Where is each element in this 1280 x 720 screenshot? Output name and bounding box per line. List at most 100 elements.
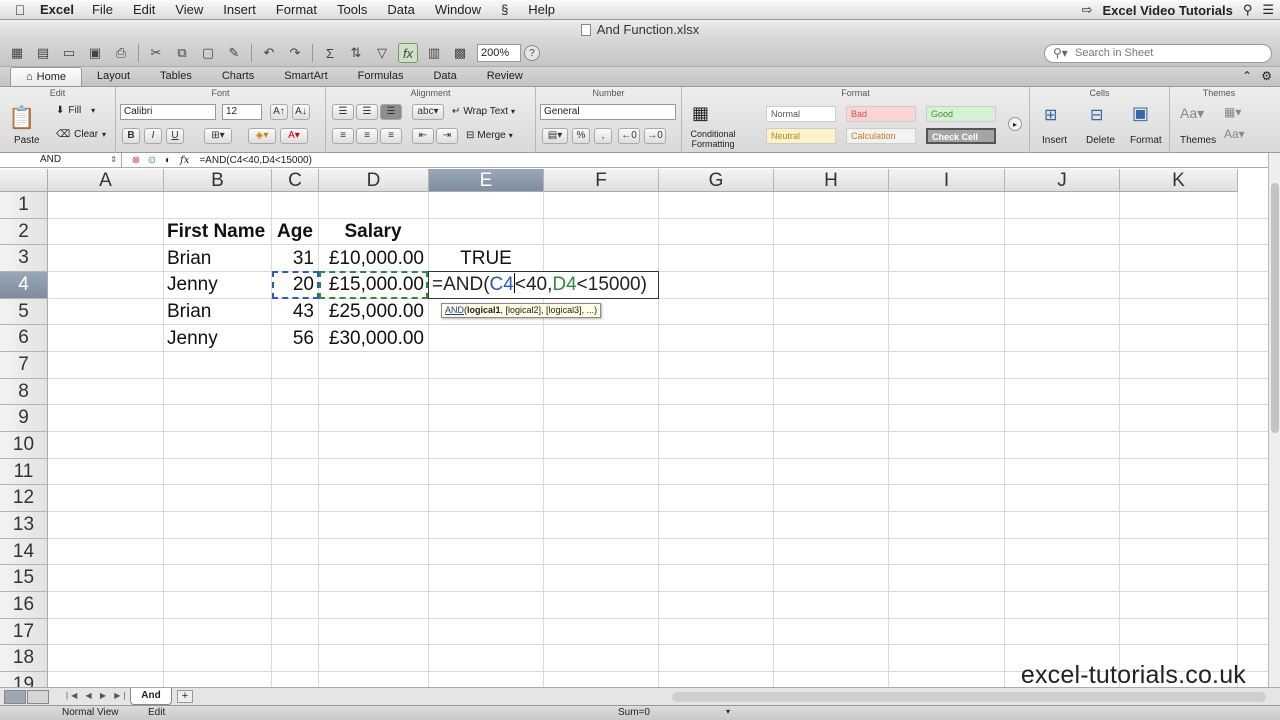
column-header-c[interactable]: C [272,169,319,192]
column-header-h[interactable]: H [774,169,889,192]
percent-icon[interactable]: % [572,128,590,144]
italic-icon[interactable]: I [144,128,162,144]
cell-e4-editor[interactable]: =AND(C4<40,D4<15000) [428,271,659,299]
align-top-icon[interactable]: ☰ [332,104,354,120]
status-sum[interactable]: Sum=0 [618,707,650,718]
style-check-cell[interactable]: Check Cell [926,128,996,144]
conditional-formatting-icon[interactable]: ▦ [692,103,709,124]
app-menu-excel[interactable]: Excel [40,2,74,17]
cancel-formula-icon[interactable]: ⊗ [128,155,144,166]
format-painter-icon[interactable]: ✎ [224,43,244,63]
undo-icon[interactable]: ↶ [259,43,279,63]
save-icon[interactable]: ▣ [85,43,105,63]
clear-button[interactable]: ⌫ Clear ▾ [56,129,106,140]
theme-colors-icon[interactable]: ▦▾ [1224,105,1241,119]
align-bottom-icon[interactable]: ☰ [380,104,402,120]
toolbox-icon[interactable]: ▩ [450,43,470,63]
menu-tools[interactable]: Tools [337,2,367,17]
cell-d3[interactable]: £10,000.00 [319,246,428,272]
tab-tables[interactable]: Tables [145,67,207,86]
column-header-k[interactable]: K [1120,169,1238,192]
tab-formulas[interactable]: Formulas [343,67,419,86]
wrap-text-button[interactable]: ↵ Wrap Text ▾ [452,106,515,117]
menu-help[interactable]: Help [528,2,555,17]
menu-view[interactable]: View [175,2,203,17]
delete-cells-icon[interactable]: ⊟ [1090,105,1103,125]
formula-input[interactable]: =AND(C4<40,D4<15000) [195,155,312,166]
delete-button[interactable]: Delete [1086,135,1115,146]
row-header-13[interactable]: 13 [0,512,48,539]
sheet-nav-arrows-icon[interactable]: |◀ ◀ ▶ ▶| [66,691,128,700]
menu-data[interactable]: Data [387,2,414,17]
format-cells-icon[interactable]: ▣ [1132,103,1149,124]
name-box-stepper-icon[interactable]: ⇕ [110,153,117,167]
themes-button[interactable]: Themes [1180,135,1216,146]
comma-style-icon[interactable]: , [594,128,612,144]
row-header-19[interactable]: 19 [0,672,48,687]
zoom-field[interactable]: 200% [477,44,521,62]
column-header-d[interactable]: D [319,169,429,192]
tab-home[interactable]: ⌂ Home [10,67,82,86]
theme-fonts-icon[interactable]: Aa▾ [1224,127,1245,141]
style-calculation[interactable]: Calculation [846,128,916,144]
cell-c6[interactable]: 56 [272,326,318,352]
cut-icon[interactable]: ✂ [146,43,166,63]
style-good[interactable]: Good [926,106,996,122]
align-middle-icon[interactable]: ☰ [356,104,378,120]
bold-icon[interactable]: B [122,128,140,144]
currency-icon[interactable]: ▤▾ [542,128,568,144]
insert-cells-icon[interactable]: ⊞ [1044,105,1057,125]
cell-b5[interactable]: Brian [164,299,271,325]
row-header-17[interactable]: 17 [0,618,48,646]
column-header-f[interactable]: F [544,169,659,192]
style-normal[interactable]: Normal [766,106,836,122]
notification-list-icon[interactable]: ☰ [1262,2,1274,18]
themes-icon[interactable]: Aa▾ [1180,105,1204,122]
copy-icon[interactable]: ⧉ [172,43,192,63]
fx-icon[interactable]: fx [180,155,189,166]
underline-icon[interactable]: U [166,128,184,144]
grow-font-icon[interactable]: A↑ [270,104,288,120]
column-header-g[interactable]: G [659,169,774,192]
column-header-a[interactable]: A [48,169,164,192]
print-icon[interactable]: ⎙ [111,43,131,63]
menu-edit[interactable]: Edit [133,2,155,17]
tab-layout[interactable]: Layout [82,67,145,86]
cell-b6[interactable]: Jenny [164,326,271,352]
decrease-decimal-icon[interactable]: →0 [644,128,666,144]
gallery-icon[interactable]: ▥ [424,43,444,63]
cell-b2[interactable]: First Name [164,219,271,245]
search-input[interactable]: ⚲▾ Search in Sheet [1044,44,1272,63]
cell-d6[interactable]: £30,000.00 [319,326,428,352]
cell-d2[interactable]: Salary [319,219,427,245]
cell-d5[interactable]: £25,000.00 [319,299,428,325]
row-header-11[interactable]: 11 [0,458,48,486]
airplay-icon[interactable]: ⇨ [1082,2,1093,18]
function-icon[interactable]: fx [398,43,418,63]
horizontal-scrollbar[interactable] [672,692,1266,702]
fill-button[interactable]: ⬇ Fill ▾ [56,105,95,116]
style-bad[interactable]: Bad [846,106,916,122]
filter-icon[interactable]: ▽ [372,43,392,63]
sort-icon[interactable]: ⇅ [346,43,366,63]
borders-icon[interactable]: ⊞▾ [204,128,232,144]
name-box[interactable]: AND ⇕ [0,153,122,167]
menu-window[interactable]: Window [435,2,481,17]
row-header-4[interactable]: 4 [0,272,48,299]
number-format-select[interactable]: General [540,104,676,120]
column-header-j[interactable]: J [1005,169,1120,192]
row-header-6[interactable]: 6 [0,325,48,352]
new-workbook-icon[interactable]: ▦ [7,43,27,63]
formula-builder-icon[interactable]: ◐ [160,155,176,166]
vertical-scroll-thumb[interactable] [1271,183,1279,433]
paste-clipboard-icon[interactable]: 📋 [8,103,38,133]
menu-insert[interactable]: Insert [223,2,256,17]
ribbon-settings-icon[interactable]: ⚙ [1261,69,1272,83]
row-header-3[interactable]: 3 [0,245,48,272]
insert-button[interactable]: Insert [1042,135,1067,146]
normal-view-icon[interactable] [4,690,26,704]
conditional-formatting-button[interactable]: Conditional Formatting [684,129,742,149]
increase-decimal-icon[interactable]: ←0 [618,128,640,144]
align-center-icon[interactable]: ≡ [356,128,378,144]
row-header-15[interactable]: 15 [0,565,48,593]
